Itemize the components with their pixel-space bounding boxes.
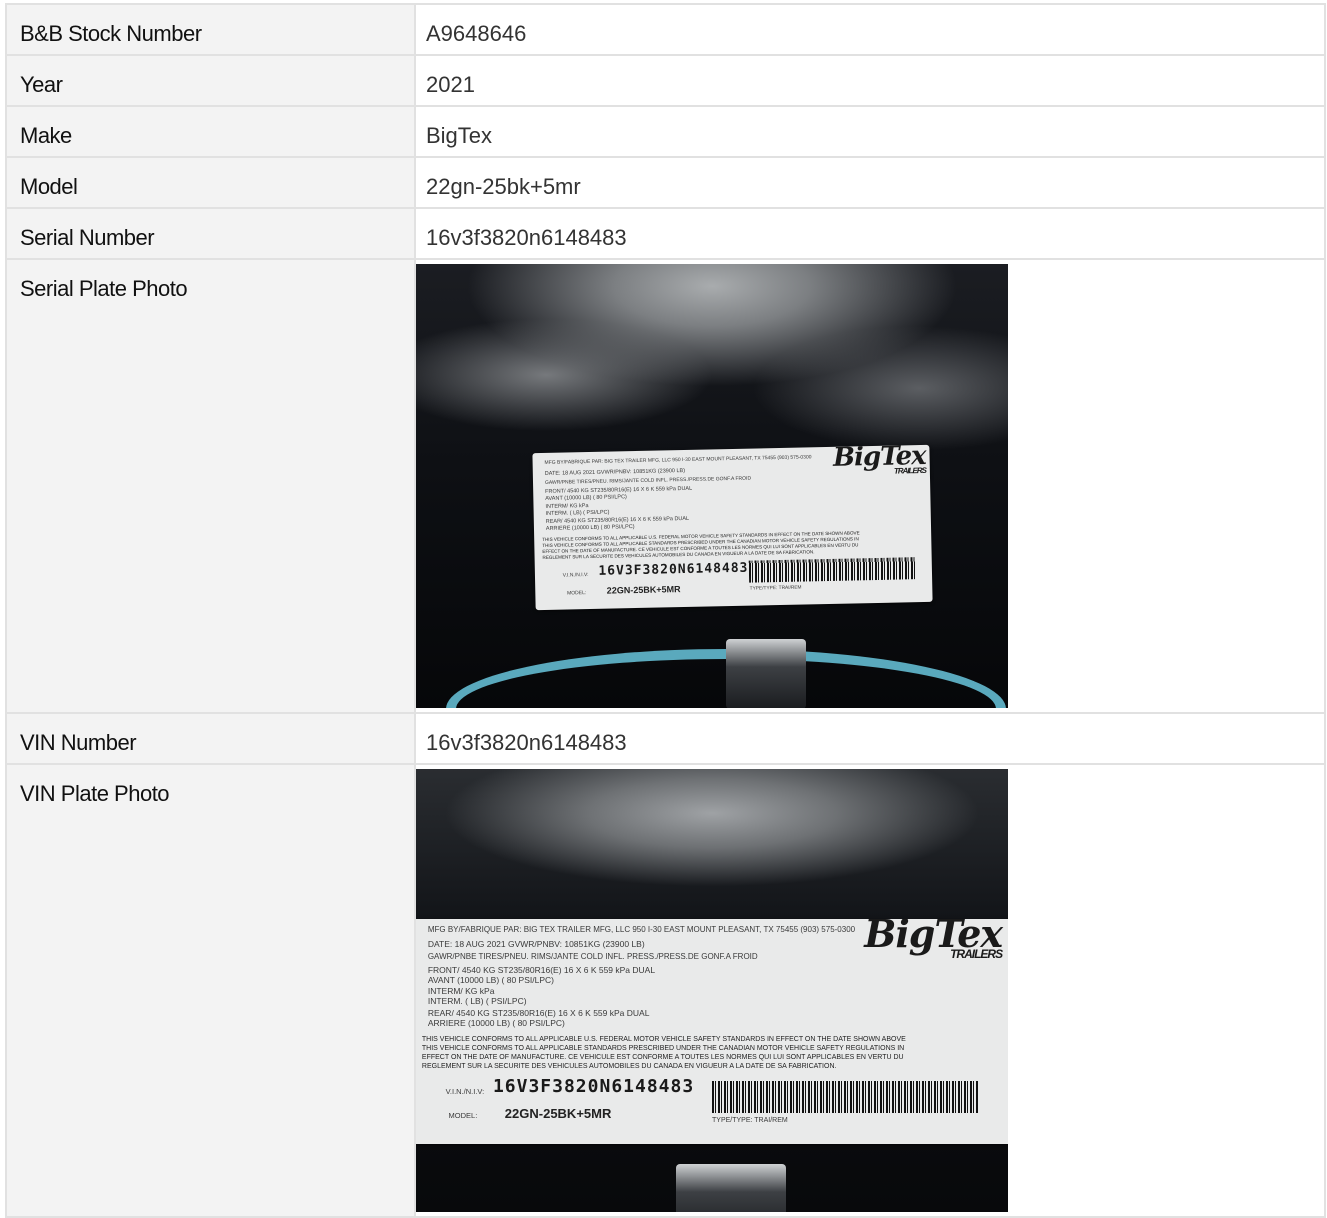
bigtex-logo: BigTex TRAILERS xyxy=(832,444,926,476)
trailer-spec-table: B&B Stock Number A9648646 Year 2021 Make… xyxy=(5,3,1326,1218)
row-label: Make xyxy=(5,105,416,158)
row-label: Serial Number xyxy=(5,207,416,260)
table-row: Make BigTex xyxy=(5,105,1326,158)
bigtex-logo: BigTex TRAILERS xyxy=(864,919,1003,961)
barcode xyxy=(749,557,917,583)
interm-line: INTERM/ KG kPa xyxy=(545,503,589,510)
table-row: B&B Stock Number A9648646 xyxy=(5,3,1326,56)
model-text: 22GN-25BK+5MR xyxy=(606,584,681,596)
interm2-line: INTERM. ( LB) ( PSI/LPC) xyxy=(545,509,610,517)
table-row: VIN Number 16v3f3820n6148483 xyxy=(5,712,1326,765)
date-line: DATE: 18 AUG 2021 GVWR/PNBV: 10851KG (23… xyxy=(544,467,686,477)
mfg-line: MFG BY/FABRIQUE PAR: BIG TEX TRAILER MFG… xyxy=(544,454,812,466)
row-label: B&B Stock Number xyxy=(5,3,416,56)
row-value: A9648646 xyxy=(414,3,1326,56)
table-row: Serial Number 16v3f3820n6148483 xyxy=(5,207,1326,260)
avant-line: AVANT (10000 LB) ( 80 PSI/LPC) xyxy=(545,494,627,502)
table-row: Model 22gn-25bk+5mr xyxy=(5,156,1326,209)
row-value: 16v3f3820n6148483 xyxy=(414,207,1326,260)
photo-cell: BigTex TRAILERS MFG BY/FABRIQUE PAR: BIG… xyxy=(414,258,1326,714)
arriere-line: ARRIERE (10000 LB) ( 80 PSI/LPC) xyxy=(545,524,635,532)
serial-plate-sticker: BigTex TRAILERS MFG BY/FABRIQUE PAR: BIG… xyxy=(532,444,933,611)
vin-plate-sticker: BigTex TRAILERS MFG BY/FABRIQUE PAR: BIG… xyxy=(416,919,1008,1144)
row-value: BigTex xyxy=(414,105,1326,158)
model-text: 22GN-25BK+5MR xyxy=(504,1106,612,1121)
serial-plate-photo[interactable]: BigTex TRAILERS MFG BY/FABRIQUE PAR: BIG… xyxy=(416,264,1008,708)
row-label: Year xyxy=(5,54,416,107)
row-value: 22gn-25bk+5mr xyxy=(414,156,1326,209)
table-row: Serial Plate Photo BigTex TRAILERS MFG B… xyxy=(5,258,1326,714)
hitch xyxy=(676,1164,786,1212)
hitch xyxy=(726,639,806,708)
row-label: Serial Plate Photo xyxy=(5,258,416,714)
vin-text: 16V3F3820N6148483 xyxy=(598,560,749,579)
row-label: VIN Plate Photo xyxy=(5,763,416,1218)
barcode xyxy=(712,1081,979,1113)
row-label: Model xyxy=(5,156,416,209)
table-row: Year 2021 xyxy=(5,54,1326,107)
vin-text: 16V3F3820N6148483 xyxy=(492,1076,695,1097)
header-line: GAWR/PNBE TIRES/PNEU. RIMS/JANTE COLD IN… xyxy=(544,475,752,486)
table-row: VIN Plate Photo BigTex TRAILERS MFG BY/F… xyxy=(5,763,1326,1218)
row-label: VIN Number xyxy=(5,712,416,765)
photo-cell: BigTex TRAILERS MFG BY/FABRIQUE PAR: BIG… xyxy=(414,763,1326,1218)
vin-plate-photo[interactable]: BigTex TRAILERS MFG BY/FABRIQUE PAR: BIG… xyxy=(416,769,1008,1212)
row-value: 2021 xyxy=(414,54,1326,107)
row-value: 16v3f3820n6148483 xyxy=(414,712,1326,765)
